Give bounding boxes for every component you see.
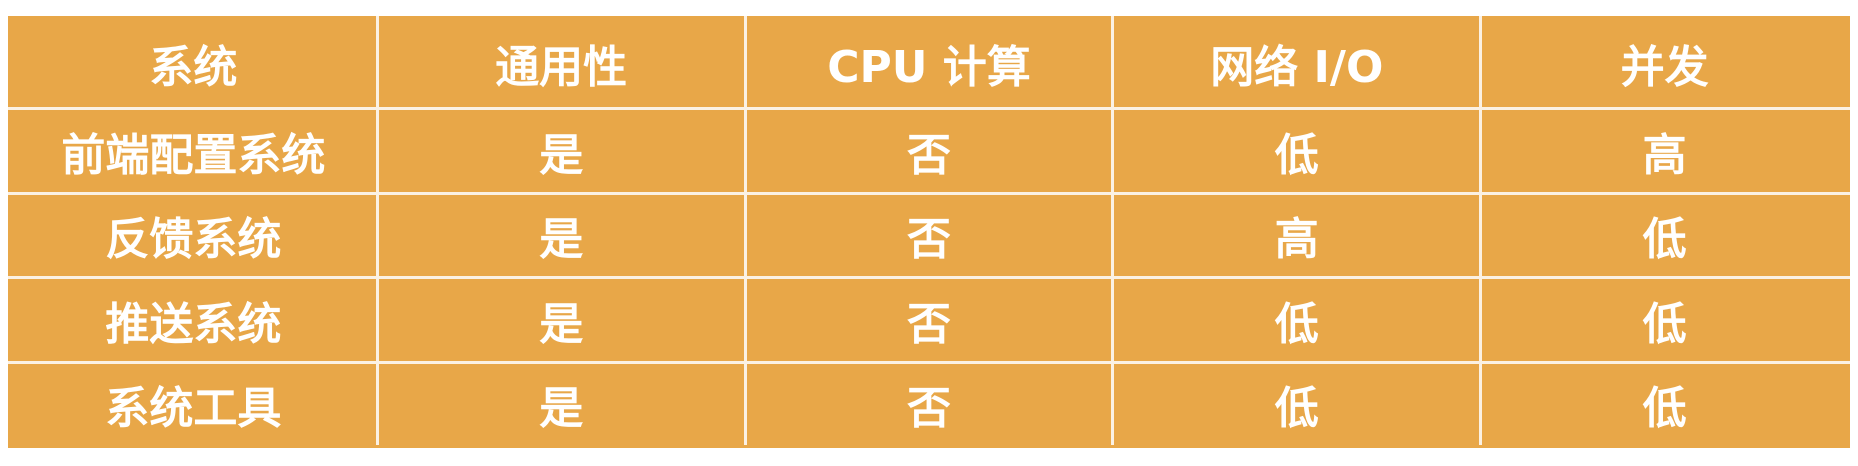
cell-system: 系统工具 — [8, 360, 379, 448]
table-row: 前端配置系统 是 否 低 高 — [8, 107, 1850, 195]
table-header-row: 系统 通用性 CPU 计算 网络 I/O 并发 — [8, 16, 1850, 110]
cell-generality: 是 — [375, 360, 747, 448]
cell-network-io: 高 — [1111, 191, 1483, 279]
comparison-table-container: 系统 通用性 CPU 计算 网络 I/O 并发 前端配置系统 是 否 低 高 反… — [8, 16, 1850, 448]
table-row: 反馈系统 是 否 高 低 — [8, 191, 1850, 279]
header-system: 系统 — [8, 16, 379, 110]
cell-generality: 是 — [375, 107, 747, 195]
cell-concurrency: 低 — [1479, 276, 1850, 364]
cell-system: 反馈系统 — [8, 191, 379, 279]
cell-system: 推送系统 — [8, 276, 379, 364]
cell-network-io: 低 — [1111, 360, 1483, 448]
cell-network-io: 低 — [1111, 276, 1483, 364]
cell-cpu: 否 — [743, 191, 1115, 279]
header-network-io: 网络 I/O — [1111, 16, 1483, 110]
header-generality: 通用性 — [375, 16, 747, 110]
cell-system: 前端配置系统 — [8, 107, 379, 195]
cell-cpu: 否 — [743, 107, 1115, 195]
cell-generality: 是 — [375, 191, 747, 279]
table-row: 推送系统 是 否 低 低 — [8, 276, 1850, 364]
cell-concurrency: 低 — [1479, 360, 1850, 448]
cell-cpu: 否 — [743, 276, 1115, 364]
header-concurrency: 并发 — [1479, 16, 1850, 110]
cell-generality: 是 — [375, 276, 747, 364]
comparison-table: 系统 通用性 CPU 计算 网络 I/O 并发 前端配置系统 是 否 低 高 反… — [8, 16, 1850, 448]
table-row: 系统工具 是 否 低 低 — [8, 360, 1850, 448]
header-cpu: CPU 计算 — [743, 16, 1115, 110]
cell-concurrency: 低 — [1479, 191, 1850, 279]
cell-network-io: 低 — [1111, 107, 1483, 195]
cell-cpu: 否 — [743, 360, 1115, 448]
cell-concurrency: 高 — [1479, 107, 1850, 195]
